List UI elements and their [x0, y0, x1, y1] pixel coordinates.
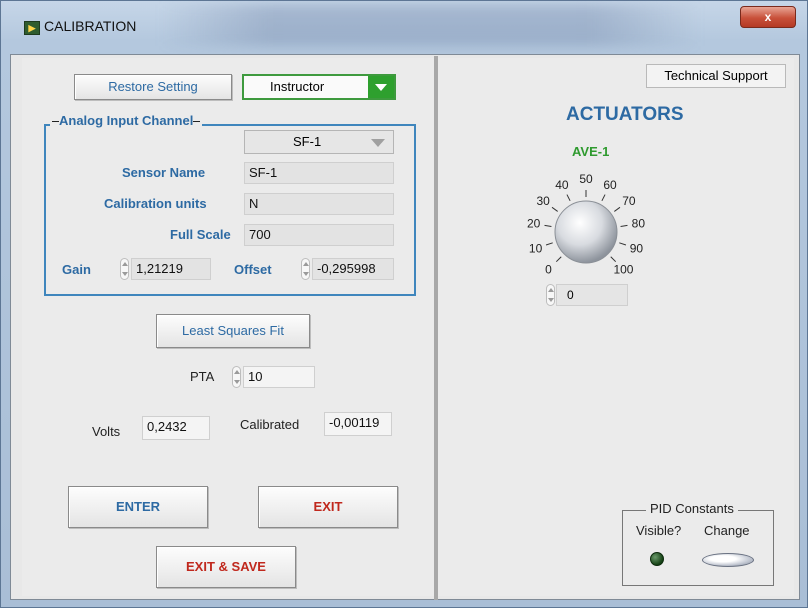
dial-tick-mark	[544, 224, 552, 228]
dial-tick-mark	[545, 242, 553, 246]
dial-tick-label: 30	[536, 194, 550, 208]
offset-field[interactable]: -0,295998	[312, 258, 394, 280]
labview-vi-icon: ▶	[24, 21, 40, 35]
volts-label: Volts	[92, 424, 121, 439]
actuators-title: ACTUATORS	[566, 104, 684, 125]
dial-tick-mark	[619, 242, 627, 246]
legend-line	[52, 121, 59, 123]
sensor-name-label: Sensor Name	[122, 165, 206, 180]
technical-support-button[interactable]: Technical Support	[646, 64, 786, 88]
dial-tick-label: 20	[527, 217, 541, 231]
pid-visible-led	[650, 552, 664, 566]
volts-field: 0,2432	[142, 416, 210, 440]
pid-change-toggle[interactable]	[702, 553, 754, 567]
restore-setting-button[interactable]: Restore Setting	[74, 74, 232, 100]
enter-button[interactable]: ENTER	[68, 486, 208, 528]
dial-tick-mark	[620, 224, 628, 228]
knob-value-spinner[interactable]	[546, 284, 555, 306]
gain-spinner[interactable]	[120, 258, 129, 280]
dial-tick-mark	[614, 206, 621, 212]
pta-label: PTA	[190, 369, 215, 384]
sensor-name-field[interactable]: SF-1	[244, 162, 394, 184]
calibration-units-label: Calibration units	[104, 196, 207, 211]
offset-spinner[interactable]	[301, 258, 310, 280]
titlebar-background	[160, 4, 700, 46]
dial-tick-label: 80	[632, 217, 646, 231]
full-scale-field[interactable]: 700	[244, 224, 394, 246]
dial-tick-label: 40	[555, 178, 569, 192]
dial-tick-mark	[555, 256, 562, 263]
dial-tick-mark	[566, 194, 571, 202]
knob-value-field[interactable]: 0	[556, 284, 628, 306]
dial-tick-label: 50	[579, 172, 593, 186]
gain-label: Gain	[62, 262, 91, 277]
pid-constants-title: PID Constants	[646, 501, 738, 516]
dropdown-arrow-icon[interactable]	[368, 76, 394, 98]
pid-visible-label: Visible?	[636, 523, 682, 538]
dial-tick-label: 0	[545, 262, 552, 276]
channel-select[interactable]: SF-1	[244, 130, 394, 154]
pta-field[interactable]: 10	[243, 366, 315, 388]
user-role-value: Instructor	[270, 79, 325, 94]
pid-constants-group	[622, 510, 774, 586]
dial-tick-label: 60	[603, 178, 617, 192]
legend-line	[193, 121, 201, 123]
analog-input-channel-title: Analog Input Channel	[50, 113, 203, 128]
window-title: CALIBRATION	[44, 18, 137, 34]
dial-tick-label: 90	[630, 241, 644, 255]
knob[interactable]	[554, 200, 618, 264]
dial-tick-label: 100	[613, 262, 633, 276]
pta-spinner[interactable]	[232, 366, 241, 388]
calibrated-field: -0,00119	[324, 412, 392, 436]
dial-tick-label: 10	[529, 241, 543, 255]
full-scale-label: Full Scale	[170, 227, 231, 242]
analog-input-channel-label: Analog Input Channel	[59, 113, 194, 128]
actuator-knob-dial[interactable]: 010 20 30 40 50 60 70 80 90 100	[516, 160, 656, 284]
least-squares-fit-button[interactable]: Least Squares Fit	[156, 314, 310, 348]
gain-field[interactable]: 1,21219	[131, 258, 211, 280]
user-role-select[interactable]: Instructor	[242, 74, 396, 100]
knob-label: AVE-1	[572, 144, 610, 159]
chevron-down-icon[interactable]	[371, 139, 385, 147]
dial-tick-mark	[551, 206, 558, 212]
dial-tick-label: 70	[622, 194, 636, 208]
channel-value: SF-1	[293, 134, 322, 149]
dial-tick-mark	[601, 194, 606, 202]
calibrated-label: Calibrated	[240, 417, 300, 432]
exit-and-save-button[interactable]: EXIT & SAVE	[156, 546, 296, 588]
close-button[interactable]: x	[740, 6, 796, 28]
dial-tick-mark	[610, 256, 617, 263]
exit-button[interactable]: EXIT	[258, 486, 398, 528]
calibration-units-field[interactable]: N	[244, 193, 394, 215]
pid-change-label: Change	[704, 523, 750, 538]
offset-label: Offset	[234, 262, 272, 277]
